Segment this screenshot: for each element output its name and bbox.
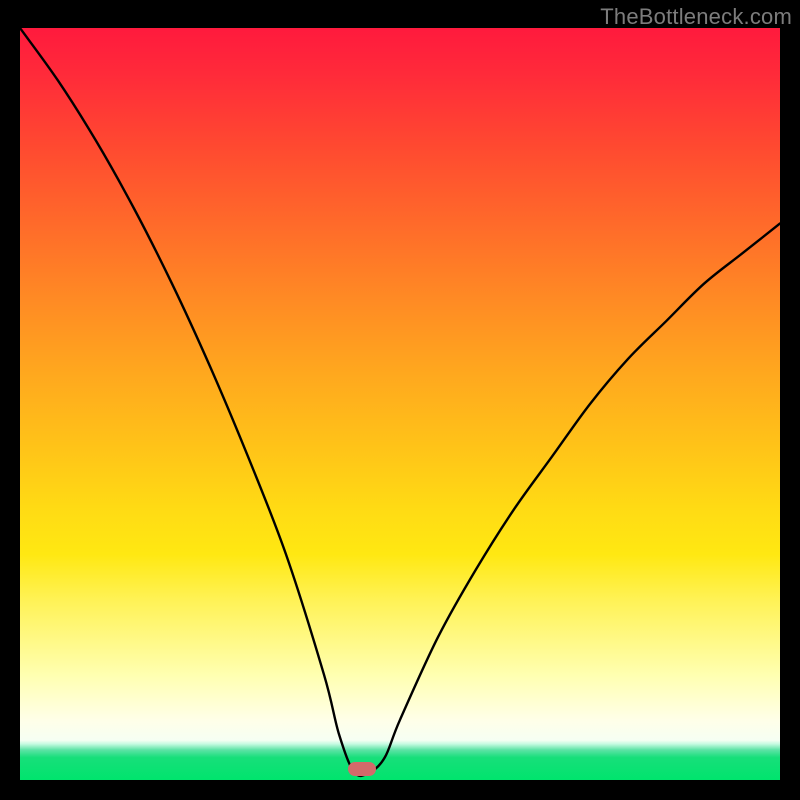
curve-layer (20, 28, 780, 780)
plot-area (20, 28, 780, 780)
chart-frame: TheBottleneck.com (0, 0, 800, 800)
bottleneck-curve (20, 28, 780, 776)
watermark-text: TheBottleneck.com (600, 4, 792, 30)
min-marker (348, 762, 376, 776)
